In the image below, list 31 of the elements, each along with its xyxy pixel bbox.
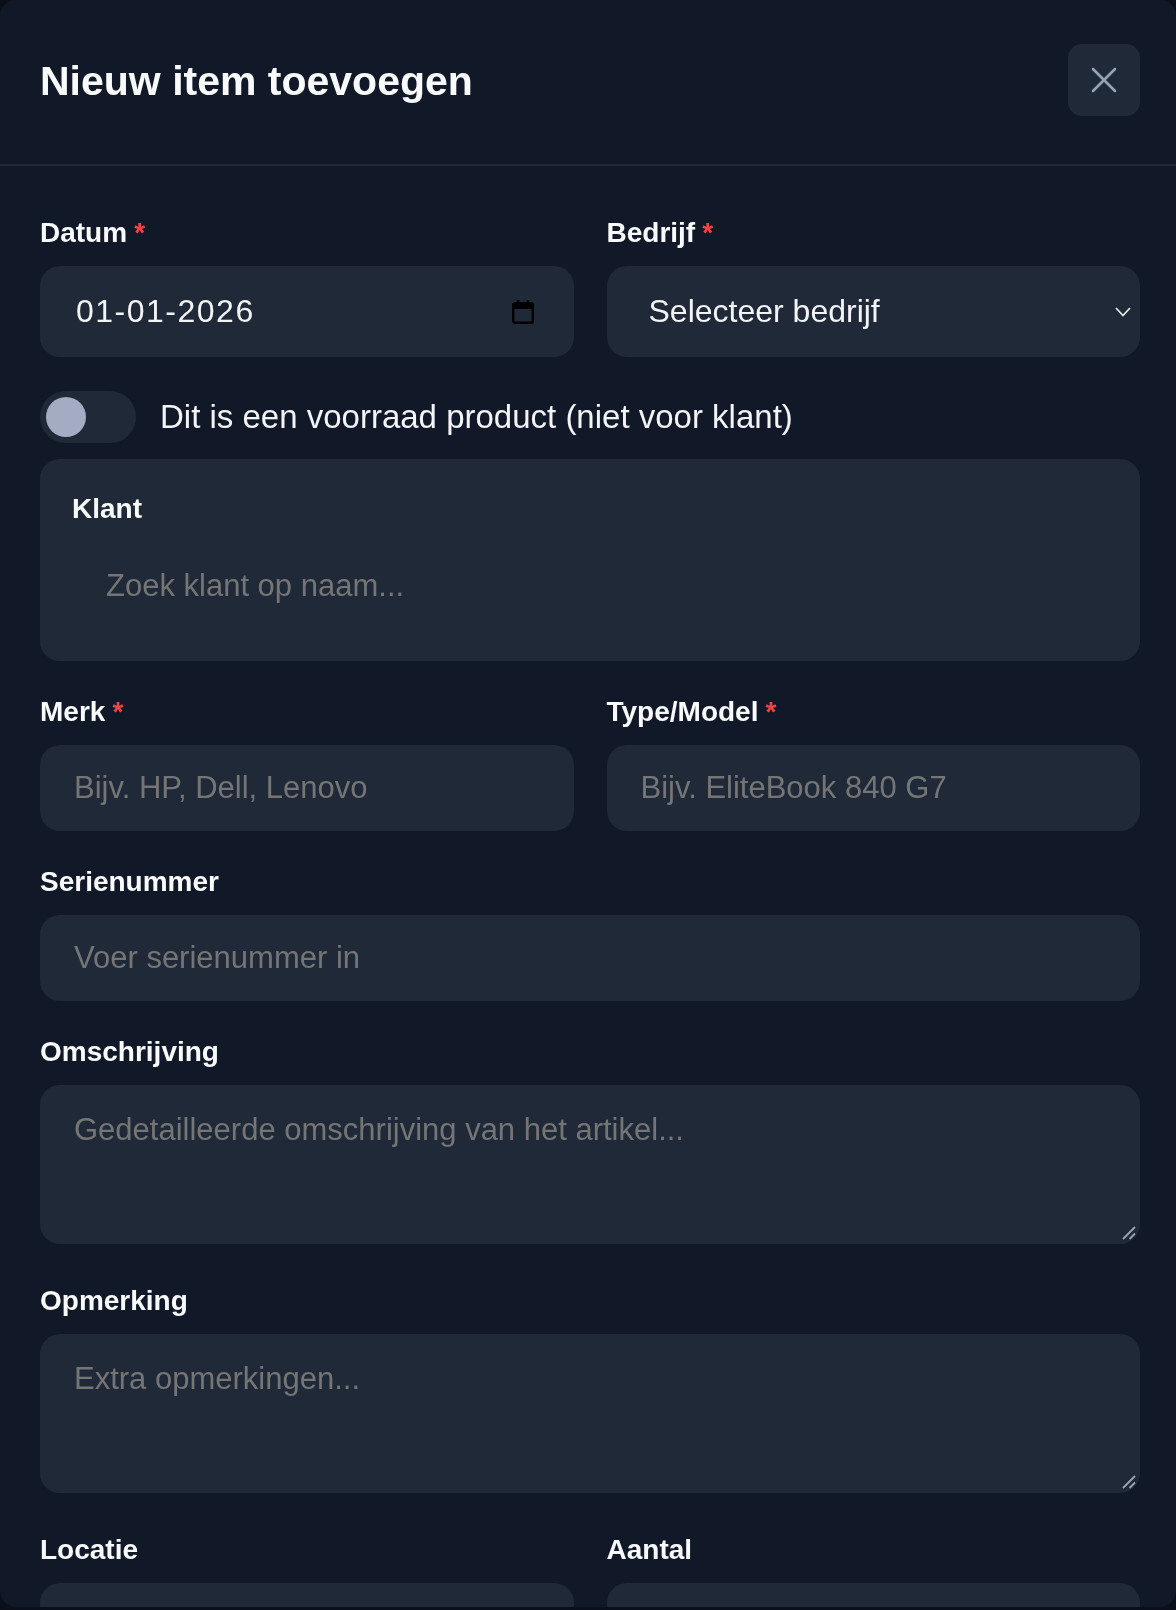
close-icon	[1091, 67, 1117, 93]
resize-grip-icon[interactable]	[1122, 1475, 1136, 1489]
customer-search-panel[interactable]: Klant Zoek klant op naam...	[40, 459, 1140, 661]
close-button[interactable]	[1068, 44, 1140, 116]
required-asterisk: *	[134, 216, 146, 250]
chevron-down-icon	[1115, 306, 1131, 317]
field-label: Datum	[40, 216, 128, 250]
field-label: Bedrijf	[606, 216, 696, 250]
resize-grip-icon[interactable]	[1122, 1226, 1136, 1240]
text-field[interactable]: Bijv. HP, Dell, Lenovo	[40, 745, 574, 831]
field-label: Omschrijving	[40, 1035, 219, 1069]
field-label: Klant	[72, 492, 142, 526]
toggle-label: Dit is een voorraad product (niet voor klant)	[160, 397, 793, 437]
field-label: Merk	[40, 695, 106, 729]
text-field[interactable]: Bijv. EliteBook 840 G7	[606, 745, 1140, 831]
required-asterisk: *	[765, 695, 777, 729]
toggle-switch[interactable]	[40, 391, 136, 443]
date-field[interactable]: 01-01-2026	[40, 266, 574, 357]
calendar-icon	[511, 299, 534, 324]
required-asterisk: *	[702, 216, 714, 250]
field-label: Type/Model	[606, 695, 759, 729]
field-label: Serienummer	[40, 865, 219, 899]
textarea-field[interactable]: Gedetailleerde omschrijving van het artikel...	[40, 1085, 1140, 1244]
field-label: Aantal	[606, 1533, 693, 1567]
textarea-field[interactable]: Extra opmerkingen...	[40, 1334, 1140, 1493]
select-field[interactable]: Selecteer bedrijf	[606, 266, 1140, 357]
required-asterisk: *	[112, 695, 124, 729]
dialog-title: Nieuw item toevoegen	[40, 57, 473, 105]
field-label: Opmerking	[40, 1284, 188, 1318]
text-field[interactable]: Voer serienummer in	[40, 915, 1140, 1001]
field-label: Locatie	[40, 1533, 139, 1567]
